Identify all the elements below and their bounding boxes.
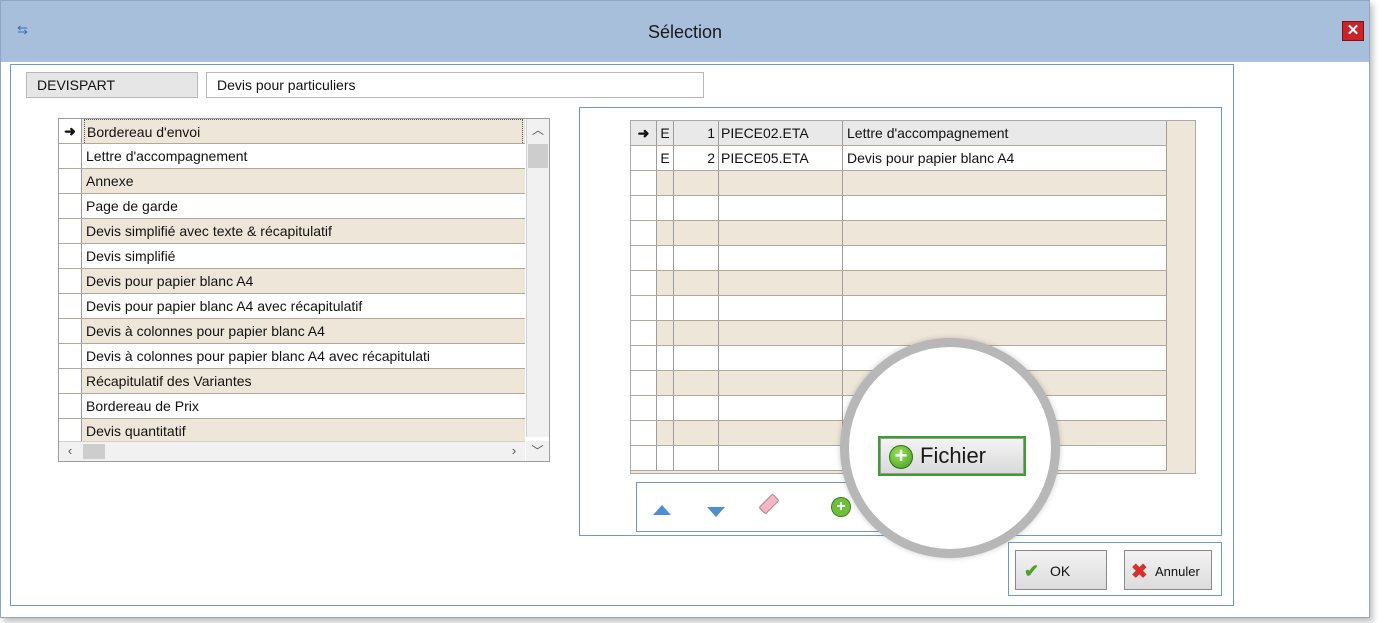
table-row[interactable] bbox=[631, 246, 1167, 271]
list-item[interactable]: ➜ Bordereau d'envoi bbox=[59, 119, 525, 144]
list-item[interactable]: Bordereau de Prix bbox=[59, 394, 525, 419]
window-title: Sélection bbox=[647, 22, 723, 42]
table-row[interactable] bbox=[631, 171, 1167, 196]
title-bar: ⇆ Sélection ✕ bbox=[1, 1, 1369, 62]
horizontal-scroll-thumb[interactable] bbox=[83, 444, 105, 459]
list-item[interactable]: Devis à colonnes pour papier blanc A4 av… bbox=[59, 344, 525, 369]
list-item[interactable]: Devis simplifié bbox=[59, 244, 525, 269]
cross-icon: ✖ bbox=[1131, 561, 1148, 583]
scroll-up-icon[interactable]: ︿ bbox=[527, 119, 549, 141]
eraser-icon[interactable] bbox=[758, 493, 780, 515]
list-item[interactable]: Devis simplifié avec texte & récapitulat… bbox=[59, 219, 525, 244]
cancel-button[interactable]: ✖ Annuler bbox=[1124, 550, 1212, 590]
table-row[interactable] bbox=[631, 196, 1167, 221]
current-row-arrow-icon: ➜ bbox=[631, 121, 657, 145]
template-description-field[interactable]: Devis pour particuliers bbox=[206, 72, 704, 98]
available-items-list[interactable]: ➜ Bordereau d'envoi Lettre d'accompagnem… bbox=[58, 118, 550, 462]
scroll-down-icon[interactable]: ﹀ bbox=[526, 441, 549, 461]
table-row[interactable] bbox=[631, 321, 1167, 346]
scroll-left-icon[interactable]: ‹ bbox=[61, 442, 79, 460]
ok-button[interactable]: ✔ OK bbox=[1015, 550, 1107, 590]
close-button[interactable]: ✕ bbox=[1342, 21, 1364, 41]
list-item[interactable]: Lettre d'accompagnement bbox=[59, 144, 525, 169]
move-down-icon[interactable] bbox=[707, 507, 725, 517]
horizontal-scrollbar[interactable]: ‹ › bbox=[59, 441, 525, 461]
list-item[interactable]: Devis pour papier blanc A4 avec récapitu… bbox=[59, 294, 525, 319]
table-row[interactable]: E 2 PIECE05.ETA Devis pour papier blanc … bbox=[631, 146, 1167, 171]
move-up-icon[interactable] bbox=[653, 505, 671, 515]
list-item[interactable]: Devis à colonnes pour papier blanc A4 bbox=[59, 319, 525, 344]
list-item[interactable]: Récapitulatif des Variantes bbox=[59, 369, 525, 394]
vertical-scrollbar[interactable]: ︿ bbox=[526, 119, 549, 437]
checkmark-icon: ✔ bbox=[1024, 561, 1040, 581]
list-item[interactable]: Page de garde bbox=[59, 194, 525, 219]
vertical-scroll-thumb[interactable] bbox=[528, 144, 548, 168]
add-file-small-icon[interactable]: + bbox=[831, 497, 851, 517]
plus-circle-icon: + bbox=[889, 445, 913, 469]
list-item[interactable]: Devis pour papier blanc A4 bbox=[59, 269, 525, 294]
table-row[interactable] bbox=[631, 296, 1167, 321]
template-code-field: DEVISPART bbox=[26, 72, 198, 98]
list-item[interactable]: Annexe bbox=[59, 169, 525, 194]
add-file-button[interactable]: + Fichier bbox=[878, 436, 1026, 476]
scroll-right-icon[interactable]: › bbox=[505, 442, 523, 460]
table-row[interactable]: ➜ E 1 PIECE02.ETA Lettre d'accompagnemen… bbox=[631, 121, 1167, 146]
add-file-label: Fichier bbox=[920, 443, 987, 468]
table-row[interactable] bbox=[631, 271, 1167, 296]
table-row[interactable] bbox=[631, 221, 1167, 246]
current-row-arrow-icon: ➜ bbox=[59, 119, 82, 143]
